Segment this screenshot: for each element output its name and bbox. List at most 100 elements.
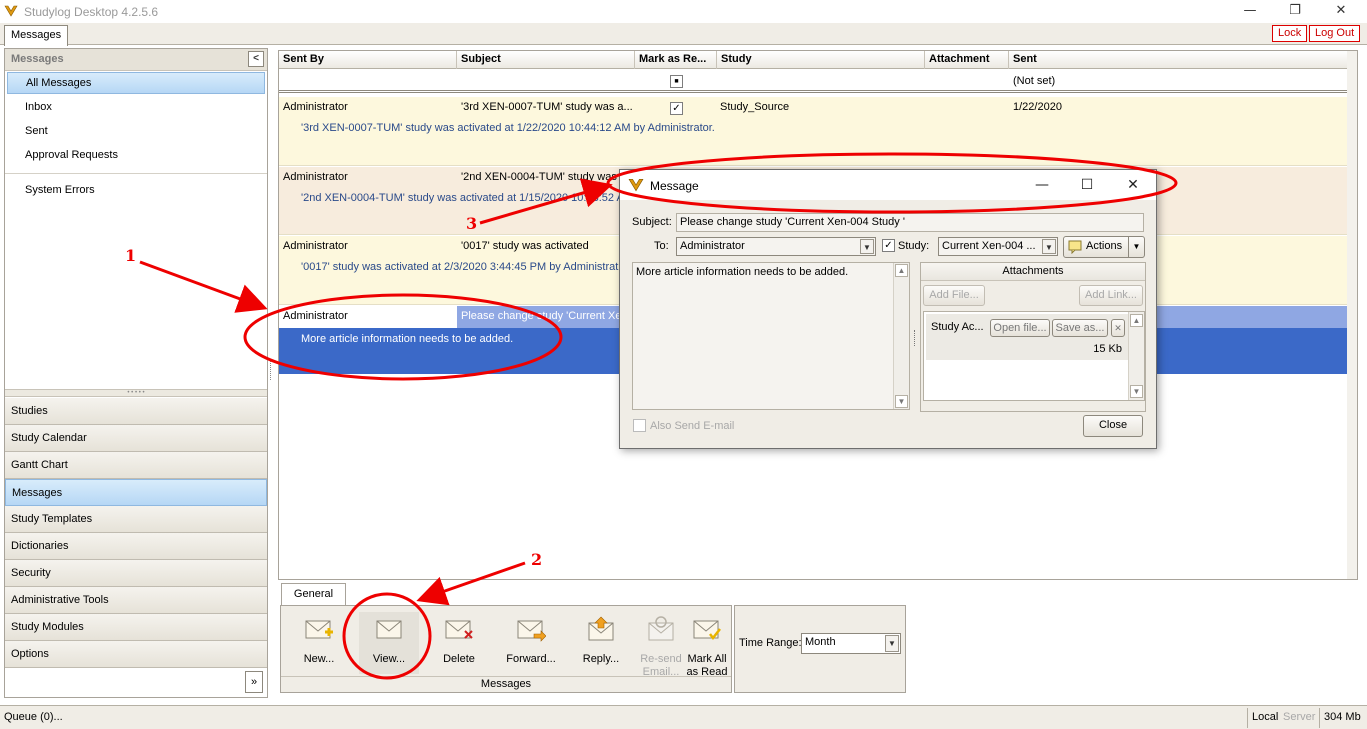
column-study[interactable]: Study [717, 51, 925, 69]
row-sent-by: Administrator [283, 240, 348, 252]
module-study-templates[interactable]: Study Templates [5, 506, 267, 533]
envelope-view-icon [376, 620, 402, 639]
row-preview: '0017' study was activated at 2/3/2020 3… [301, 261, 619, 273]
attachments-scrollbar[interactable]: ▲ ▼ [1128, 312, 1144, 400]
save-as-button[interactable]: Save as... [1052, 319, 1108, 337]
body-scrollbar[interactable]: ▲ ▼ [893, 263, 909, 409]
collapse-panel-button[interactable]: < [248, 51, 264, 67]
row-subject: '2nd XEN-0004-TUM' study was [461, 171, 617, 183]
table-row[interactable]: Administrator '3rd XEN-0007-TUM' study w… [279, 97, 1349, 166]
subject-field[interactable]: Please change study 'Current Xen-004 Stu… [676, 213, 1144, 232]
module-gantt-chart[interactable]: Gantt Chart [5, 452, 267, 479]
module-study-calendar[interactable]: Study Calendar [5, 425, 267, 452]
chevron-down-icon[interactable]: ▼ [1128, 237, 1144, 257]
row-sent-by: Administrator [283, 101, 348, 113]
queue-status[interactable]: Queue (0)... [4, 711, 63, 723]
status-bar: Queue (0)... Local Server 304 Mb [0, 705, 1367, 729]
forward-message-button[interactable]: Forward... [501, 612, 561, 674]
dialog-splitter[interactable] [914, 330, 917, 346]
logout-button[interactable]: Log Out [1309, 25, 1361, 42]
open-file-button[interactable]: Open file... [990, 319, 1050, 337]
time-range-select[interactable]: Month ▼ [801, 633, 901, 654]
row-sent-date: 1/22/2020 [1013, 101, 1062, 113]
window-titlebar: Studylog Desktop 4.2.5.6 — ❐ ✕ [0, 0, 1367, 23]
left-panel-title: Messages [11, 53, 64, 65]
remove-attachment-icon[interactable]: ✕ [1111, 319, 1125, 337]
chevron-up-icon[interactable]: ▲ [1130, 314, 1143, 327]
column-attachment[interactable]: Attachment [925, 51, 1009, 69]
close-window-button[interactable]: ✕ [1318, 0, 1364, 23]
study-checkbox[interactable]: ✓ [882, 239, 895, 252]
module-administrative-tools[interactable]: Administrative Tools [5, 587, 267, 614]
panel-splitter[interactable]: • • • • • [5, 389, 267, 397]
to-select[interactable]: Administrator ▼ [676, 237, 876, 256]
envelope-resend-icon [648, 616, 674, 641]
restore-button[interactable]: ❐ [1272, 0, 1318, 23]
filter-sent-value[interactable]: (Not set) [1013, 75, 1055, 87]
row-sent-by: Administrator [283, 171, 348, 183]
ribbon-tab-general[interactable]: General [281, 583, 346, 605]
to-label: To: [654, 240, 669, 252]
column-subject[interactable]: Subject [457, 51, 635, 69]
study-select[interactable]: Current Xen-004 ... ▼ [938, 237, 1058, 256]
envelope-reply-icon [588, 616, 614, 641]
left-panel: Messages < All Messages Inbox Sent Appro… [4, 48, 268, 698]
grid-header: Sent By Subject Mark as Re... Study Atta… [279, 51, 1357, 69]
dialog-close-x-button[interactable]: ✕ [1113, 174, 1153, 196]
row-preview: More article information needs to be add… [301, 333, 514, 345]
nav-approval-requests[interactable]: Approval Requests [5, 143, 267, 167]
attachment-item[interactable]: Study Ac... Open file... Save as... ✕ 15… [926, 314, 1128, 360]
mark-all-read-button[interactable]: Mark All as Read [677, 612, 737, 678]
actions-button[interactable]: Actions ▼ [1063, 236, 1145, 258]
view-message-button[interactable]: View... [359, 612, 419, 674]
module-messages[interactable]: Messages [5, 479, 267, 506]
filter-checkbox-indeterminate[interactable]: ■ [670, 75, 683, 88]
status-memory: 304 Mb [1319, 708, 1365, 728]
message-dialog: Message — ☐ ✕ Subject: Please change stu… [619, 169, 1157, 449]
column-sent[interactable]: Sent [1009, 51, 1357, 69]
add-link-button[interactable]: Add Link... [1079, 285, 1143, 306]
nav-system-errors[interactable]: System Errors [5, 178, 267, 202]
nav-inbox[interactable]: Inbox [5, 95, 267, 119]
add-file-button[interactable]: Add File... [923, 285, 985, 306]
attachments-header: Attachments [921, 263, 1145, 281]
row-subject: '0017' study was activated [461, 240, 589, 252]
column-mark-as-read[interactable]: Mark as Re... [635, 51, 717, 69]
nav-sent[interactable]: Sent [5, 119, 267, 143]
module-dictionaries[interactable]: Dictionaries [5, 533, 267, 560]
chevron-down-icon[interactable]: ▼ [895, 395, 908, 408]
module-security[interactable]: Security [5, 560, 267, 587]
module-options[interactable]: Options [5, 641, 267, 668]
lock-button[interactable]: Lock [1272, 25, 1308, 42]
chevron-down-icon[interactable]: ▼ [860, 239, 874, 254]
delete-message-button[interactable]: Delete [429, 612, 489, 674]
nav-all-messages[interactable]: All Messages [7, 72, 265, 94]
new-message-button[interactable]: New... [289, 612, 349, 674]
chevron-down-icon[interactable]: ▼ [885, 635, 899, 652]
reply-message-button[interactable]: Reply... [571, 612, 631, 674]
expand-modules-button[interactable]: » [245, 671, 263, 693]
column-sent-by[interactable]: Sent By [279, 51, 457, 69]
grid-scrollbar[interactable] [1347, 51, 1357, 579]
also-send-email-label: Also Send E-mail [650, 420, 735, 432]
attachments-list: Study Ac... Open file... Save as... ✕ 15… [923, 311, 1145, 401]
dialog-title: Message [650, 179, 699, 193]
chevron-up-icon[interactable]: ▲ [895, 264, 908, 277]
row-read-checkbox[interactable]: ✓ [670, 102, 683, 115]
chevron-down-icon[interactable]: ▼ [1042, 239, 1056, 254]
message-body[interactable]: More article information needs to be add… [632, 262, 910, 410]
dialog-minimize-button[interactable]: — [1022, 174, 1062, 196]
vertical-splitter[interactable] [270, 360, 273, 380]
ribbon-group-label: Messages [281, 676, 731, 692]
left-panel-header: Messages < [5, 49, 267, 71]
close-button[interactable]: Close [1083, 415, 1143, 437]
dialog-maximize-button[interactable]: ☐ [1067, 174, 1107, 196]
row-preview: '2nd XEN-0004-TUM' study was activated a… [301, 192, 624, 204]
minimize-button[interactable]: — [1227, 0, 1273, 23]
module-studies[interactable]: Studies [5, 398, 267, 425]
chevron-down-icon[interactable]: ▼ [1130, 385, 1143, 398]
status-server: Server [1283, 711, 1316, 723]
also-send-email-checkbox[interactable] [633, 419, 646, 432]
tab-messages[interactable]: Messages [4, 25, 69, 46]
module-study-modules[interactable]: Study Modules [5, 614, 267, 641]
